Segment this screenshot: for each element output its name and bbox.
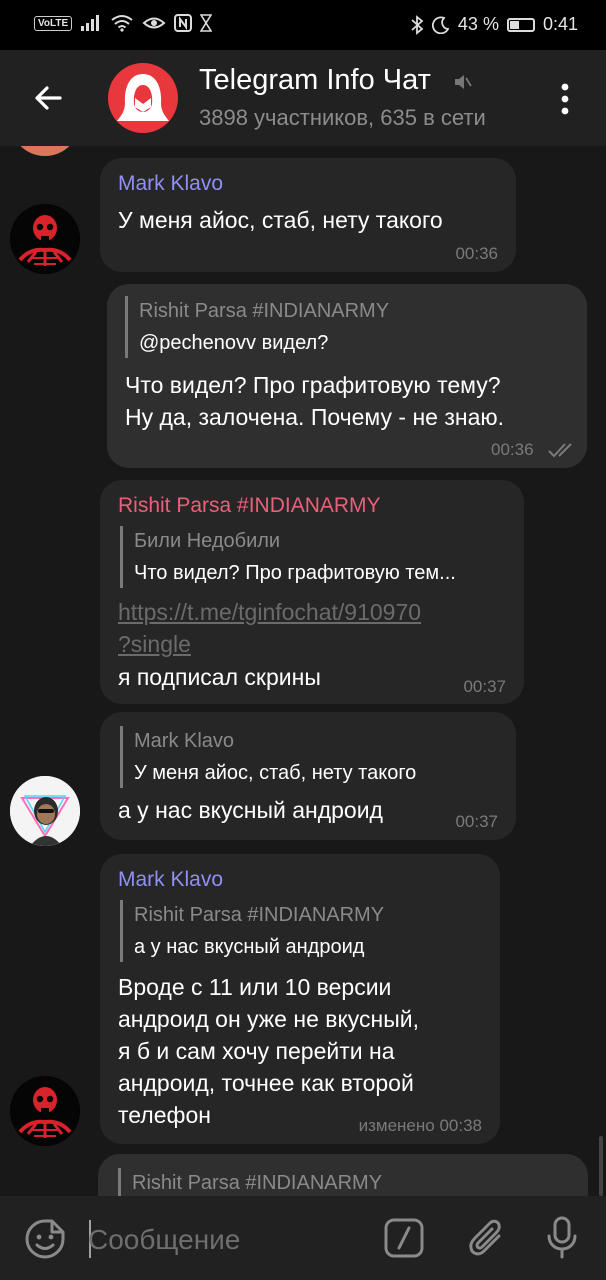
message-time: 00:36 — [491, 440, 534, 459]
bot-command-button[interactable] — [384, 1218, 424, 1263]
battery-percent: 43 % — [457, 14, 499, 34]
message-text: я подписал скрины — [118, 664, 321, 690]
skull-avatar-icon — [10, 204, 80, 274]
message-text-line: андроид, точнее как второй — [118, 1070, 414, 1096]
battery-icon — [506, 17, 535, 32]
message-text: У меня айос, стаб, нету такого — [118, 207, 443, 233]
signal-icon — [81, 15, 100, 31]
message-link[interactable]: https://t.me/tginfochat/910970 — [118, 596, 421, 628]
sender-name[interactable]: Rishit Parsa #INDIANARMY — [118, 494, 381, 518]
voice-message-button[interactable] — [545, 1216, 579, 1265]
eye-icon — [142, 17, 166, 29]
reply-preview[interactable]: Rishit Parsa #INDIANARMY — [118, 1168, 382, 1196]
double-check-icon — [548, 443, 572, 458]
nfc-icon — [174, 14, 193, 32]
message-link[interactable]: ?single — [118, 628, 191, 660]
muted-speaker-icon — [452, 72, 472, 97]
message-list[interactable]: Mark Klavo У меня айос, стаб, нету таког… — [0, 146, 606, 1196]
message-text-line: андроид он уже не вкусный, — [118, 1006, 419, 1032]
reply-name: Mark Klavo — [134, 730, 235, 752]
volte-badge: VoLTE — [34, 15, 73, 31]
bot-command-icon — [384, 1218, 424, 1258]
message-bubble[interactable]: Rishit Parsa #INDIANARMY Били Недобили Ч… — [100, 480, 524, 704]
emoji-button[interactable] — [24, 1218, 66, 1265]
message-text-line: Вроде с 11 или 10 версии — [118, 974, 392, 1000]
avatar[interactable] — [10, 204, 80, 274]
reply-name: Били Недобили — [134, 530, 281, 552]
skull-avatar-icon — [10, 1076, 80, 1146]
reply-preview[interactable]: Rishit Parsa #INDIANARMY а у нас вкусный… — [120, 900, 384, 962]
message-bubble[interactable]: Mark Klavo У меня айос, стаб, нету таког… — [100, 712, 516, 840]
message-composer — [0, 1196, 606, 1280]
reply-text: @pechenovv видел? — [139, 332, 329, 354]
chat-avatar[interactable] — [108, 63, 178, 133]
reply-preview[interactable]: Били Недобили Что видел? Про графитовую … — [120, 526, 456, 588]
sticker-emoji-icon — [25, 1219, 65, 1259]
reply-name: Rishit Parsa #INDIANARMY — [132, 1172, 383, 1194]
wifi-icon — [111, 15, 133, 32]
chat-title[interactable]: Telegram Info Чат — [199, 64, 431, 97]
message-bubble[interactable]: Rishit Parsa #INDIANARMY @pechenovv виде… — [107, 284, 587, 468]
moon-icon — [431, 16, 450, 34]
reply-preview[interactable]: Rishit Parsa #INDIANARMY @pechenovv виде… — [125, 296, 389, 358]
sender-name[interactable]: Mark Klavo — [118, 172, 223, 196]
message-bubble[interactable]: Mark Klavo У меня айос, стаб, нету таког… — [100, 158, 516, 272]
reply-text: У меня айос, стаб, нету такого — [134, 762, 417, 784]
status-left: VoLTE — [34, 14, 213, 32]
reply-preview[interactable]: Mark Klavo У меня айос, стаб, нету таког… — [120, 726, 416, 788]
chat-subtitle: 3898 участников, 635 в сети — [199, 105, 486, 130]
reply-name: Rishit Parsa #INDIANARMY — [139, 300, 390, 322]
battery-level — [509, 20, 520, 29]
chat-header: Telegram Info Чат 3898 участников, 635 в… — [0, 50, 606, 147]
more-vertical-icon — [561, 83, 569, 115]
message-time: 00:37 — [463, 677, 506, 696]
message-text-line: я б и сам хочу перейти на — [118, 1038, 395, 1064]
more-menu-button[interactable] — [553, 82, 577, 116]
attach-button[interactable] — [466, 1216, 506, 1265]
message-text-line: Ну да, залочена. Почему - не знаю. — [125, 404, 505, 430]
portrait-avatar-icon — [10, 776, 80, 846]
back-button[interactable] — [28, 78, 68, 118]
avatar[interactable] — [10, 776, 80, 846]
message-time: изменено 00:38 — [358, 1116, 482, 1135]
message-time: 00:36 — [455, 244, 498, 263]
reply-name: Rishit Parsa #INDIANARMY — [134, 904, 385, 926]
hourglass-icon — [200, 14, 213, 32]
avatar[interactable] — [10, 1076, 80, 1146]
bluetooth-icon — [411, 14, 424, 35]
clock: 0:41 — [542, 14, 578, 34]
paperclip-icon — [469, 1219, 501, 1256]
arrow-left-icon — [35, 86, 62, 110]
scrollbar[interactable] — [599, 1136, 603, 1196]
status-right: 43 % 0:41 — [410, 14, 578, 35]
message-input[interactable] — [88, 1222, 358, 1258]
message-time: 00:37 — [455, 812, 498, 831]
message-text-line: телефон — [118, 1102, 211, 1128]
reply-text: Что видел? Про графитовую тем... — [134, 562, 456, 584]
message-bubble[interactable]: Rishit Parsa #INDIANARMY — [98, 1154, 588, 1196]
message-bubble[interactable]: Mark Klavo Rishit Parsa #INDIANARMY а у … — [100, 854, 500, 1144]
message-text: а у нас вкусный андроид — [118, 797, 383, 823]
reply-text: а у нас вкусный андроид — [134, 936, 365, 958]
avatar[interactable] — [10, 146, 80, 156]
status-bar: VoLTE 43 % 0:41 — [0, 0, 606, 50]
microphone-icon — [547, 1216, 577, 1259]
hooded-figure-icon — [117, 74, 169, 121]
sender-name[interactable]: Mark Klavo — [118, 868, 223, 892]
message-text-line: Что видел? Про графитовую тему? — [125, 372, 501, 398]
